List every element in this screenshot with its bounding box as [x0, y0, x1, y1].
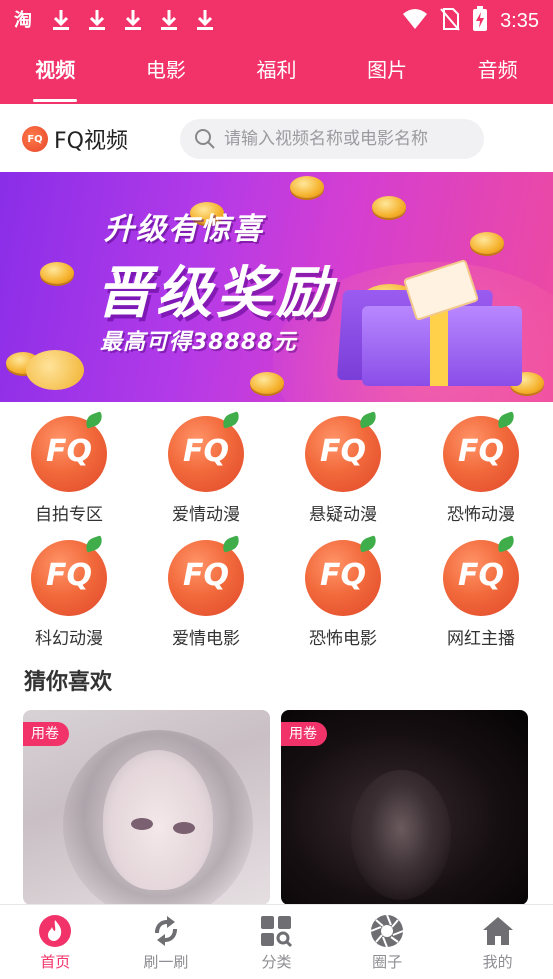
search-icon [194, 128, 216, 150]
category-item[interactable]: FQ 自拍专区 [9, 411, 129, 525]
nav-label: 我的 [482, 953, 513, 971]
category-item[interactable]: FQ 恐怖电影 [283, 535, 403, 649]
nav-label: 圈子 [372, 953, 403, 971]
download-icon [122, 8, 144, 30]
banner-heading: 升级有惊喜 [104, 212, 264, 247]
nav-label: 首页 [40, 953, 71, 971]
card-thumbnail-face [103, 750, 213, 890]
fq-category-icon: FQ [303, 535, 383, 616]
category-item[interactable]: FQ 爱情动漫 [146, 411, 266, 525]
thumbnail-eye [173, 822, 195, 834]
wifi-icon [402, 8, 428, 34]
category-item[interactable]: FQ 悬疑动漫 [283, 411, 403, 525]
fq-category-icon: FQ [166, 411, 246, 492]
battery-charging-icon [472, 6, 488, 36]
taobao-icon: 淘 [14, 10, 32, 31]
nav-label: 分类 [261, 953, 292, 971]
bottom-nav: 首页 刷一刷 分类 圈子 我的 [0, 904, 553, 979]
fq-category-icon: FQ [29, 411, 109, 492]
coupon-tag: 用卷 [23, 722, 69, 746]
fq-category-icon: FQ [303, 411, 383, 492]
coin-icon [250, 372, 284, 394]
category-item[interactable]: FQ 爱情电影 [146, 535, 266, 649]
category-label: 爱情动漫 [172, 505, 240, 525]
status-left: 淘 [14, 6, 216, 32]
top-bar: 淘 3:35 视频 电影 福利 图片 音频 [0, 0, 553, 104]
house-icon [480, 913, 516, 949]
fq-category-icon: FQ [166, 535, 246, 616]
ribbon-icon [430, 308, 448, 386]
nav-label: 刷一刷 [143, 953, 189, 971]
app-logo: FQ FQ视频 [22, 123, 128, 155]
no-sim-icon [440, 7, 460, 35]
tab-audio[interactable]: 音频 [442, 48, 553, 104]
section-title: 猜你喜欢 [24, 670, 113, 695]
coin-icon [470, 232, 504, 254]
fq-category-icon: FQ [441, 535, 521, 616]
fq-category-icon: FQ [441, 411, 521, 492]
tab-pictures[interactable]: 图片 [332, 48, 443, 104]
tab-bar: 视频 电影 福利 图片 音频 [0, 48, 553, 104]
banner-title: 晋级奖励 [96, 261, 336, 326]
aperture-icon [369, 913, 405, 949]
refresh-icon [148, 913, 184, 949]
tab-movie[interactable]: 电影 [111, 48, 222, 104]
fq-logo-icon: FQ [22, 126, 48, 152]
download-icon [194, 8, 216, 30]
category-label: 科幻动漫 [35, 629, 103, 649]
category-grid-icon [258, 913, 294, 949]
tab-welfare[interactable]: 福利 [221, 48, 332, 104]
category-item[interactable]: FQ 恐怖动漫 [421, 411, 541, 525]
card-thumbnail [351, 770, 451, 900]
video-card[interactable]: 用卷 [23, 710, 270, 905]
promo-banner[interactable]: 升级有惊喜 晋级奖励 最高可得38888元 [0, 172, 553, 402]
nav-category[interactable]: 分类 [221, 905, 332, 979]
search-header: FQ FQ视频 [0, 104, 553, 172]
category-label: 恐怖动漫 [447, 505, 515, 525]
search-bar[interactable] [180, 119, 484, 159]
video-card[interactable]: 用卷 [281, 710, 528, 905]
status-time: 3:35 [500, 9, 539, 32]
category-label: 恐怖电影 [309, 629, 377, 649]
download-icon [50, 8, 72, 30]
coupon-tag: 用卷 [281, 722, 327, 746]
download-icon [86, 8, 108, 30]
piggy-bank-icon [26, 350, 84, 390]
fq-category-icon: FQ [29, 535, 109, 616]
category-label: 悬疑动漫 [309, 505, 377, 525]
nav-circle[interactable]: 圈子 [332, 905, 443, 979]
nav-home[interactable]: 首页 [0, 905, 111, 979]
app-title: FQ视频 [54, 129, 128, 154]
download-icon [158, 8, 180, 30]
coin-icon [372, 196, 406, 218]
thumbnail-eye [131, 818, 153, 830]
search-input[interactable] [224, 129, 464, 149]
tab-video[interactable]: 视频 [0, 48, 111, 104]
category-label: 网红主播 [447, 629, 515, 649]
home-flame-icon [37, 913, 73, 949]
category-label: 爱情电影 [172, 629, 240, 649]
category-item[interactable]: FQ 网红主播 [421, 535, 541, 649]
coin-icon [40, 262, 74, 284]
status-bar: 淘 3:35 [0, 0, 553, 38]
nav-refresh[interactable]: 刷一刷 [111, 905, 222, 979]
status-right: 3:35 [402, 6, 539, 36]
nav-mine[interactable]: 我的 [442, 905, 553, 979]
category-item[interactable]: FQ 科幻动漫 [9, 535, 129, 649]
banner-subtitle: 最高可得38888元 [100, 330, 297, 355]
category-label: 自拍专区 [35, 505, 103, 525]
coin-icon [290, 176, 324, 198]
